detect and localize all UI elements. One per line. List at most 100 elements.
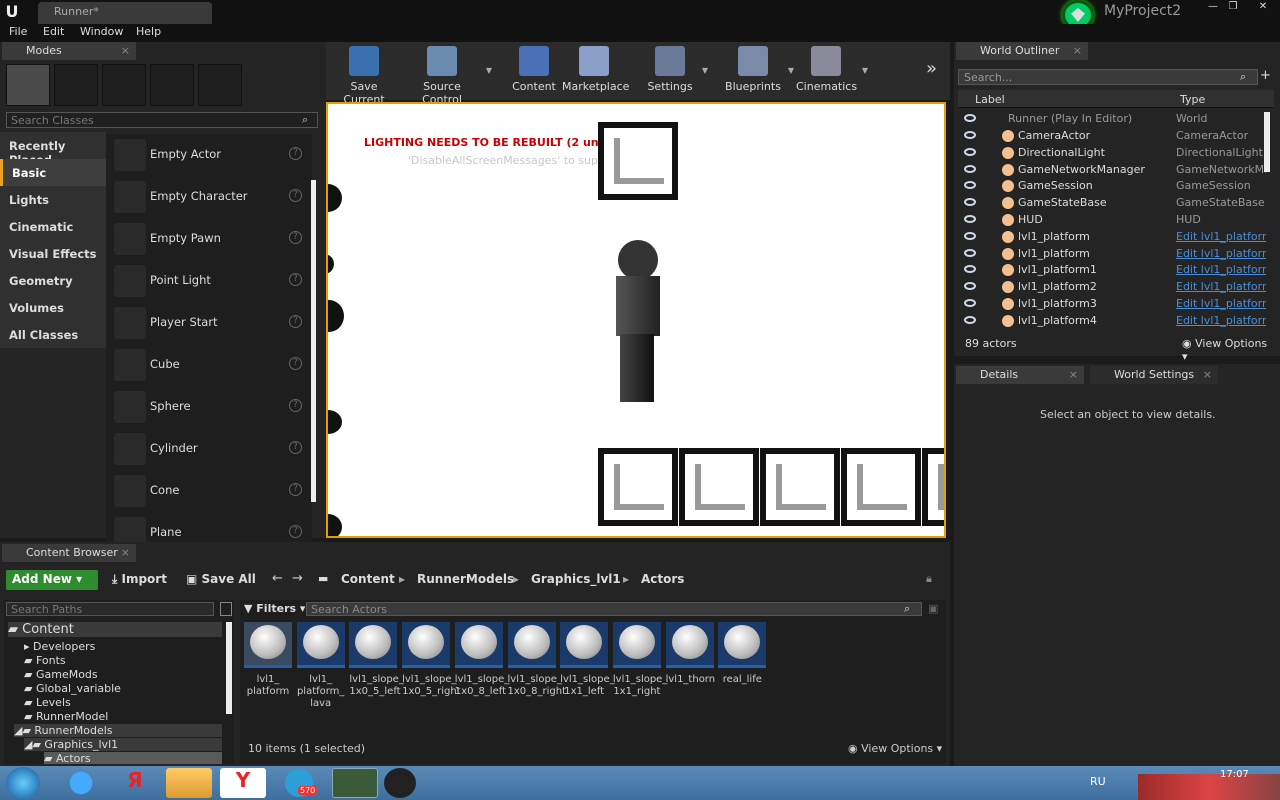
app-window-icon[interactable]	[332, 768, 378, 798]
minimize-button[interactable]: —	[1204, 0, 1222, 14]
marketplace-button[interactable]: Marketplace	[562, 46, 629, 98]
menu-file[interactable]: File	[9, 25, 27, 38]
eye-icon[interactable]	[964, 231, 976, 240]
menu-help[interactable]: Help	[136, 25, 161, 38]
search-classes-input[interactable]: Search Classes	[6, 112, 318, 128]
asset-tile[interactable]: lvl1_slope_ 1x0_8_right	[507, 622, 566, 698]
scrollbar[interactable]	[311, 180, 316, 502]
tab-content-browser[interactable]: Content Browser ×	[2, 544, 136, 562]
lock-icon[interactable]: 🔒︎	[926, 572, 932, 586]
asset-tile[interactable]: lvl1_slope_ 1x0_5_left	[349, 622, 404, 698]
tree-item-runnermodels[interactable]: ◢▰ RunnerModels	[14, 724, 222, 737]
outliner-row[interactable]: HUD HUD	[958, 212, 1266, 228]
help-icon[interactable]: ?	[289, 189, 302, 202]
row-type[interactable]: Edit lvl1_platforr	[1176, 247, 1266, 260]
unreal-engine-icon[interactable]	[384, 768, 416, 798]
place-mode-icon[interactable]	[6, 64, 50, 106]
close-icon[interactable]: ×	[121, 546, 130, 559]
category-basic[interactable]: Basic	[0, 159, 106, 186]
list-item[interactable]: Cube?	[106, 344, 312, 386]
category-geometry[interactable]: Geometry	[0, 267, 106, 294]
geometry-mode-icon[interactable]	[198, 64, 242, 106]
save-current-button[interactable]: Save Current	[330, 46, 398, 106]
tree-item-global-variable[interactable]: ▰ Global_variable	[24, 682, 121, 695]
landscape-mode-icon[interactable]	[102, 64, 146, 106]
asset-tile[interactable]: lvl1_thorn	[665, 622, 715, 686]
list-item[interactable]: Sphere?	[106, 386, 312, 428]
list-item[interactable]: Cylinder?	[106, 428, 312, 470]
level-viewport[interactable]: LIGHTING NEEDS TO BE REBUILT (2 unbuilt …	[326, 102, 946, 538]
ie-icon[interactable]	[58, 768, 104, 798]
tab-runner[interactable]: Runner*	[38, 2, 212, 24]
close-button[interactable]: ✕	[1254, 0, 1272, 14]
tree-item-developers[interactable]: ▸ Developers	[24, 640, 95, 653]
list-item[interactable]: Empty Actor?	[106, 134, 312, 176]
category-cinematic[interactable]: Cinematic	[0, 213, 106, 240]
close-icon[interactable]: ×	[1073, 44, 1082, 57]
explorer-icon[interactable]	[166, 768, 212, 798]
asset-tile[interactable]: lvl1_ platform	[244, 622, 292, 698]
help-icon[interactable]: ?	[289, 231, 302, 244]
scrollbar[interactable]	[1264, 112, 1270, 172]
foliage-mode-icon[interactable]	[150, 64, 194, 106]
breadcrumb-actors[interactable]: Actors	[641, 572, 684, 586]
search-paths-input[interactable]: Search Paths	[6, 602, 214, 616]
category-volumes[interactable]: Volumes	[0, 294, 106, 321]
eye-icon[interactable]	[964, 198, 976, 207]
eye-icon[interactable]	[964, 215, 976, 223]
source-control-button[interactable]: Source Control ▼	[404, 46, 492, 106]
start-button[interactable]	[6, 767, 40, 799]
row-type[interactable]: Edit lvl1_platforr	[1176, 280, 1266, 293]
outliner-row[interactable]: GameSession GameSession	[958, 178, 1266, 194]
back-arrow-icon[interactable]: ←	[272, 571, 283, 586]
eye-icon[interactable]	[964, 114, 976, 122]
list-item[interactable]: Cone?	[106, 470, 312, 512]
language-indicator[interactable]: RU	[1090, 775, 1106, 788]
row-type[interactable]: Edit lvl1_platforr	[1176, 230, 1266, 243]
save-all-button[interactable]: ▣ Save All	[186, 572, 256, 586]
paint-mode-icon[interactable]	[54, 64, 98, 106]
outliner-row[interactable]: lvl1_platform Edit lvl1_platforr	[958, 246, 1266, 262]
save-search-icon[interactable]: ▣	[928, 602, 938, 615]
eye-icon[interactable]	[964, 181, 976, 190]
eye-icon[interactable]	[964, 147, 976, 156]
tab-world-outliner[interactable]: World Outliner ×	[956, 42, 1088, 60]
outliner-row[interactable]: lvl1_platform3 Edit lvl1_platforr	[958, 296, 1266, 312]
close-icon[interactable]: ×	[1203, 368, 1212, 381]
outliner-row-root[interactable]: Runner (Play In Editor) World	[958, 111, 1266, 127]
breadcrumb-content[interactable]: Content	[341, 572, 395, 586]
row-type[interactable]: Edit lvl1_platforr	[1176, 263, 1266, 276]
tree-item-content[interactable]: ▰ Content	[8, 622, 222, 637]
eye-icon[interactable]	[964, 282, 976, 291]
row-type[interactable]: Edit lvl1_platforr	[1176, 314, 1266, 327]
view-options-button[interactable]: ◉ View Options ▾	[1182, 337, 1276, 363]
scrollbar[interactable]	[226, 622, 232, 714]
filters-button[interactable]: ▼ Filters ▾	[244, 602, 305, 615]
outliner-row[interactable]: lvl1_platform2 Edit lvl1_platforr	[958, 279, 1266, 295]
help-icon[interactable]: ?	[289, 315, 302, 328]
yandex-icon[interactable]: Y	[220, 768, 266, 798]
help-icon[interactable]: ?	[289, 147, 302, 160]
outliner-row[interactable]: GameStateBase GameStateBase	[958, 195, 1266, 211]
asset-tile[interactable]: lvl1_slope_ 1x1_right	[612, 622, 667, 698]
cinematics-button[interactable]: Cinematics ▼	[796, 46, 868, 98]
outliner-row[interactable]: CameraActor CameraActor	[958, 128, 1266, 144]
category-visual-effects[interactable]: Visual Effects	[0, 240, 106, 267]
outliner-row[interactable]: lvl1_platform4 Edit lvl1_platforr	[958, 313, 1266, 329]
breadcrumb-runnermodels[interactable]: RunnerModels	[417, 572, 514, 586]
clock[interactable]: 17:07	[1220, 769, 1249, 780]
category-lights[interactable]: Lights	[0, 186, 106, 213]
eye-icon[interactable]	[964, 265, 976, 274]
asset-tile[interactable]: lvl1_slope_ 1x1_left	[560, 622, 615, 698]
tree-item-graphics-lvl1[interactable]: ◢▰ Graphics_lvl1	[24, 738, 222, 751]
more-chevron-icon[interactable]: »	[926, 58, 937, 79]
search-assets-input[interactable]: Search Actors	[306, 602, 922, 616]
tree-item-runnermodel[interactable]: ▰ RunnerModel	[24, 710, 108, 723]
close-icon[interactable]: ×	[121, 44, 130, 57]
tab-world-settings[interactable]: World Settings ×	[1090, 366, 1218, 384]
close-icon[interactable]: ×	[1069, 368, 1078, 381]
list-item[interactable]: Player Start?	[106, 302, 312, 344]
eye-icon[interactable]	[964, 164, 976, 173]
outliner-row[interactable]: GameNetworkManager GameNetworkMa	[958, 162, 1266, 178]
tree-item-fonts[interactable]: ▰ Fonts	[24, 654, 66, 667]
